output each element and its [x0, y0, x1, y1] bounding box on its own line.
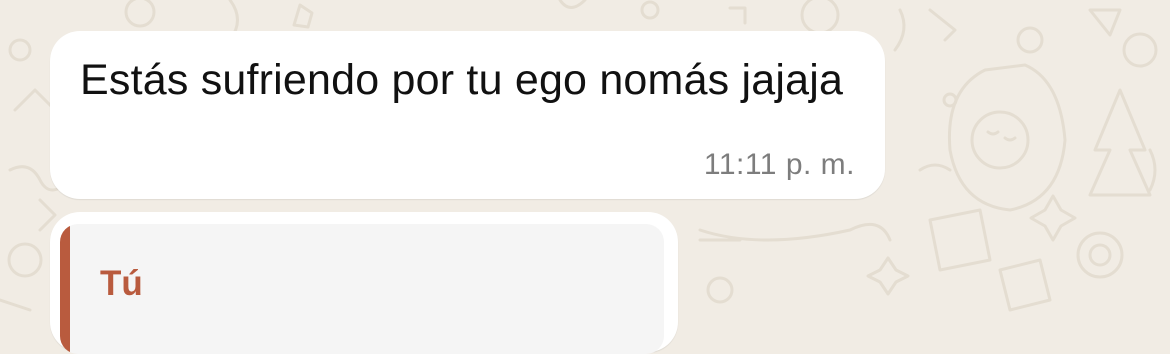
- quoted-message[interactable]: Tú: [60, 224, 664, 354]
- message-text: Estás sufriendo por tu ego nomás jajaja: [80, 56, 844, 104]
- reply-message-bubble[interactable]: Tú: [50, 212, 678, 354]
- quote-accent-bar: [60, 224, 70, 354]
- quote-author: Tú: [100, 264, 143, 303]
- message-timestamp: 11:11 p. m.: [703, 148, 855, 181]
- message-bubble[interactable]: Estás sufriendo por tu ego nomás jajaja …: [50, 31, 885, 199]
